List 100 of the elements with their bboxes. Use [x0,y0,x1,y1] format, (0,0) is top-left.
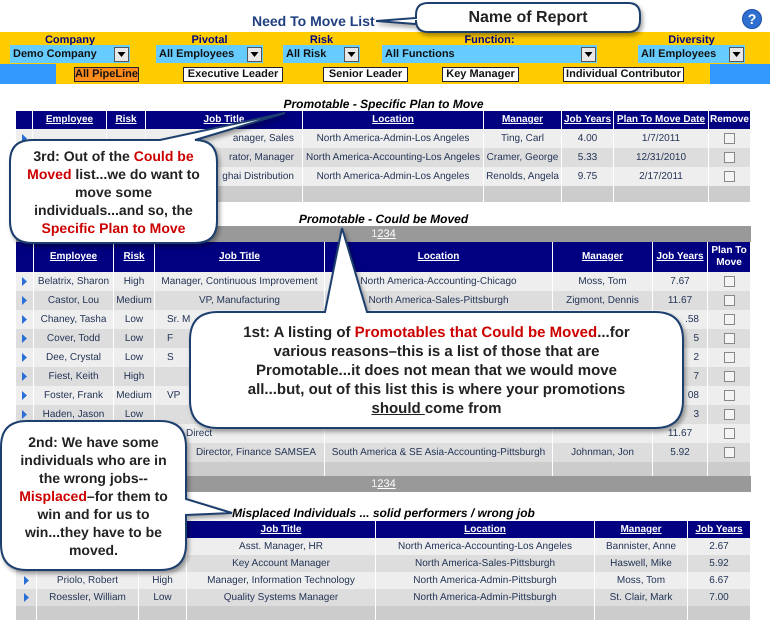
checkbox[interactable] [724,171,735,182]
table-cell: anager, Sales [232,133,294,144]
table-cell: Bannister, Anne [606,541,676,552]
table-cell: North America-Sales-Pittsburgh [414,558,556,569]
table-cell: North America-Accounting-Chicago [360,276,517,287]
column-header-link[interactable]: Location [418,251,460,263]
column-header-link[interactable]: Manager [582,251,624,263]
table-cell: VP, Manufacturing [199,295,280,306]
table-cell: .58 [685,314,699,325]
table-cell: Quality Systems Manager [224,592,338,603]
table-cell: 2 [693,352,699,363]
column-header-link[interactable]: Job Title [219,251,260,263]
dropdown[interactable]: All Employees [156,45,263,63]
column-header-link[interactable]: Location [464,524,506,536]
checkbox[interactable] [724,295,734,306]
column-header-link[interactable]: Employee [50,251,98,263]
table-cell: Zigmont, Dennis [566,295,639,306]
table-cell: Manager, Information Technology [207,575,355,586]
table-cell: Foster, Frank [44,390,103,401]
checkbox[interactable] [724,276,734,287]
table-cell: 9.75 [578,171,598,182]
checkbox[interactable] [724,409,734,420]
table-cell: Roessler, William [49,592,126,603]
table-cell: 5.92 [670,447,690,458]
column-header-link[interactable]: Job Title [204,114,244,126]
table-cell: 1/7/2011 [642,133,680,144]
column-header-link[interactable]: Employee [46,114,94,126]
table-caption: Promotable - Could be Moved [298,212,468,226]
pipeline-tab[interactable]: All PipeLine [74,66,139,82]
dropdown[interactable]: All Employees [638,45,745,63]
checkbox[interactable] [724,390,734,401]
column-header-link[interactable]: Manager [502,114,544,126]
table-cell: North America-Admin-Pittsburgh [413,592,557,603]
table-cell: 3 [693,409,699,420]
column-header-link[interactable]: Job Title [260,524,302,536]
dropdown[interactable]: All Risk [283,45,360,63]
pipeline-tab[interactable]: Executive Leader [183,66,283,82]
filter-label: Company [44,35,96,45]
column-header-link[interactable]: Risk [115,114,137,126]
table-cell: High [124,371,144,382]
table-cell: 5.33 [578,152,598,163]
checkbox[interactable] [724,333,734,344]
column-header-link[interactable]: Job Years [695,524,743,536]
dropdown[interactable]: Demo Company [10,45,130,63]
table-cell: 4.00 [578,133,598,144]
checkbox[interactable] [724,314,734,325]
column-header-link[interactable]: Location [372,114,414,126]
table-cell: Director, Finance SAMSEA [196,447,316,458]
table-caption: Misplaced Individuals ... solid performers / wrong job [232,506,535,520]
table-cell: Asst. Manager, HR [239,541,323,552]
filter-label: Pivotal [190,35,229,45]
checkbox[interactable] [724,371,734,382]
table-cell: Cover, Todd [46,333,100,344]
table-cell: North America-Admin-Pittsburgh [413,575,557,586]
table-cell: Haden, Jason [42,409,104,420]
table-cell: North America-Accounting-Los Angeles [306,152,480,163]
checkbox[interactable] [724,428,734,439]
column-header-link[interactable]: Job Years [656,251,704,263]
checkbox[interactable] [724,133,735,144]
table-cell: North America-Admin-Los Angeles [316,133,470,144]
table-cell: 08 [688,390,699,401]
table-cell: 5 [693,333,699,344]
table-cell: 2.67 [709,541,729,552]
checkbox[interactable] [724,152,735,163]
help-button[interactable]: ? [742,9,762,29]
table-cell: 7.67 [670,276,690,287]
table-cell: rator, Manager [228,152,294,163]
table-cell: 7.00 [709,592,729,603]
dropdown[interactable]: All Functions [382,45,597,63]
table-cell: North America-Accounting-Los Angeles [398,541,572,552]
table-cell: Renolds, Angela [486,171,559,182]
checkbox[interactable] [724,352,734,363]
table-cell: South America & SE Asia-Accounting-Pittsburgh [332,447,546,458]
filter-label: Function: [463,35,516,45]
filter-label: Diversity [667,35,716,45]
table-cell: Belatrix, Sharon [38,276,110,287]
column-header-link[interactable]: Job Years [564,114,612,126]
table-cell: Fiest, Keith [48,371,99,382]
table-cell: Low [124,314,144,325]
table-cell: Ting, Carl [501,133,544,144]
pipeline-tab[interactable]: Key Manager [442,66,519,82]
table-cell: 5.92 [709,558,729,569]
table-cell: Cramer, George [486,152,558,163]
table-cell: S [167,352,174,363]
pipeline-tab[interactable]: Senior Leader [323,66,408,82]
table-cell: Low [124,409,144,420]
table-cell: Castor, Lou [48,295,100,306]
filter-label: Risk [308,35,334,45]
table-cell: Johnman, Jon [571,447,634,458]
checkbox[interactable] [724,447,734,458]
table-cell: High [124,276,144,287]
column-header-link[interactable]: Risk [123,251,145,263]
column-header-link[interactable]: Manager [620,524,662,536]
table-cell: ghai Distribution [222,171,294,182]
table-cell: Chaney, Tasha [40,314,106,325]
table-caption: Promotable - Specific Plan to Move [283,97,484,111]
table-cell: Medium [116,295,152,306]
table-cell: Priolo, Robert [56,575,118,586]
column-header-link[interactable]: Plan To Move Date [616,114,706,126]
pipeline-tab[interactable]: Individual Contributor [563,66,684,82]
